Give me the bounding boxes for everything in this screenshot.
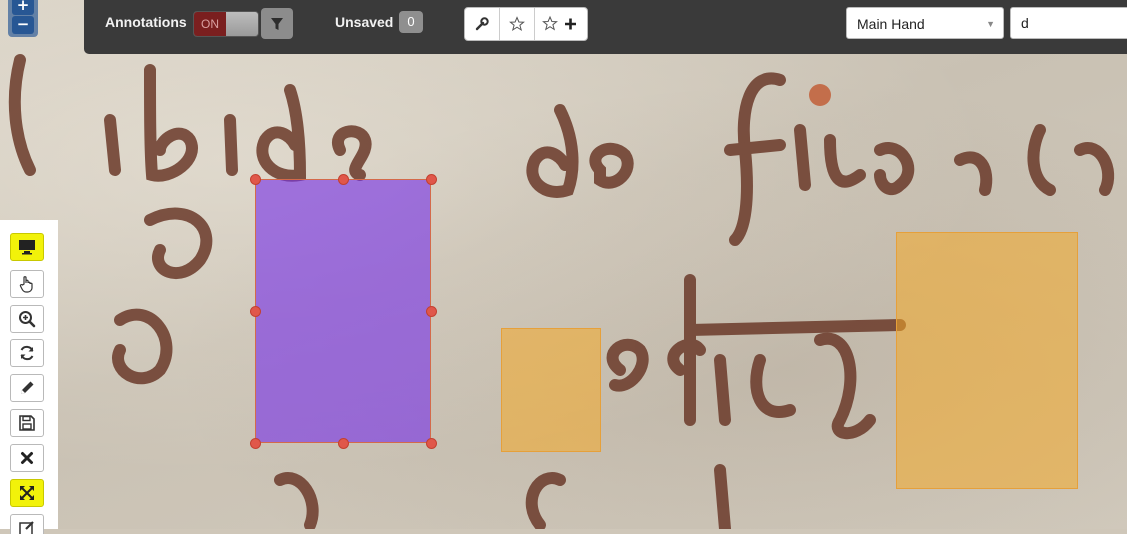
annotations-label: Annotations	[105, 14, 187, 30]
resize-handle-s[interactable]	[338, 438, 349, 449]
annotations-toggle[interactable]: ON	[193, 11, 259, 37]
resize-handle-se[interactable]	[426, 438, 437, 449]
expand-icon	[18, 484, 36, 502]
zoom-controls: + −	[8, 0, 38, 37]
save-icon	[18, 414, 36, 432]
refresh-icon	[18, 344, 36, 362]
delete-button[interactable]	[10, 444, 44, 472]
toggle-knob	[226, 12, 258, 36]
refresh-button[interactable]	[10, 339, 44, 367]
add-favorite-button[interactable]	[535, 8, 587, 40]
resize-handle-nw[interactable]	[250, 174, 261, 185]
resize-handle-w[interactable]	[250, 306, 261, 317]
resize-handle-ne[interactable]	[426, 174, 437, 185]
draw-button[interactable]	[10, 514, 44, 534]
toggle-on-label: ON	[194, 12, 226, 36]
resize-handle-sw[interactable]	[250, 438, 261, 449]
favorite-button[interactable]	[500, 8, 535, 40]
edit-button[interactable]	[10, 374, 44, 402]
zoom-in-icon	[18, 310, 36, 328]
zoom-out-button[interactable]: −	[12, 16, 34, 34]
chevron-down-icon: ▼	[986, 8, 995, 40]
hand-select-value: Main Hand	[857, 16, 925, 32]
unsaved-count-badge: 0	[399, 11, 423, 33]
zoom-tool-button[interactable]	[10, 305, 44, 333]
display-mode-button[interactable]	[10, 233, 44, 261]
annotation-box[interactable]	[501, 328, 601, 452]
tool-palette	[0, 220, 58, 529]
selected-annotation[interactable]	[255, 179, 431, 443]
close-icon	[19, 450, 35, 466]
wrench-icon	[474, 16, 490, 32]
hand-pointer-icon	[18, 275, 36, 293]
hand-select[interactable]: Main Hand ▼	[846, 7, 1004, 39]
resize-handle-e[interactable]	[426, 306, 437, 317]
settings-button[interactable]	[465, 8, 500, 40]
unsaved-label: Unsaved	[335, 14, 393, 30]
zoom-in-button[interactable]: +	[12, 0, 34, 15]
search-input-value: d	[1021, 15, 1029, 31]
filter-icon	[261, 8, 293, 39]
pencil-icon	[18, 379, 36, 397]
pencil-square-icon	[18, 519, 36, 534]
save-button[interactable]	[10, 409, 44, 437]
annotation-toolbar: Annotations ON Unsaved 0 M	[84, 0, 1127, 54]
filter-button[interactable]	[261, 8, 293, 39]
pan-tool-button[interactable]	[10, 270, 44, 298]
tool-button-group	[464, 7, 588, 41]
monitor-icon	[18, 239, 36, 255]
resize-handle-n[interactable]	[338, 174, 349, 185]
annotation-box[interactable]	[896, 232, 1078, 489]
star-plus-icon	[541, 15, 581, 33]
fit-view-button[interactable]	[10, 479, 44, 507]
search-input[interactable]: d	[1010, 7, 1127, 39]
star-icon	[509, 16, 525, 32]
